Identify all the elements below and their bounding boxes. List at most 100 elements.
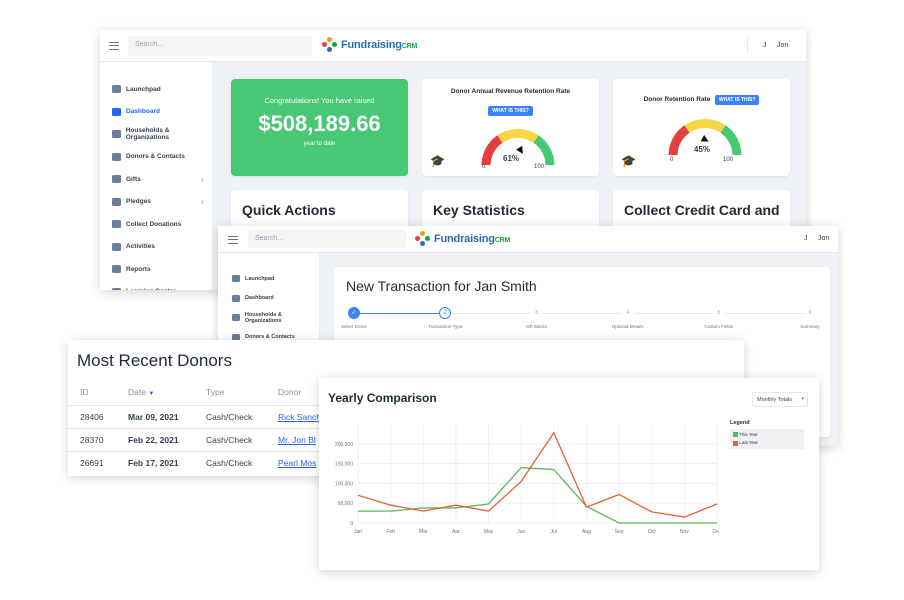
sidebar-item-reports[interactable]: Reports [100, 258, 212, 281]
id-header[interactable]: ID [68, 380, 128, 405]
donors-title: Most Recent Donors [77, 351, 232, 370]
yearly-comparison-chart: 0 50,000 100,000 150,000 200,000 Jan Feb Mar Apr… [335, 424, 719, 535]
chart-title: Yearly Comparison [328, 391, 437, 405]
step-label: Custom Fields [704, 324, 734, 329]
series-line-last-year [357, 431, 718, 518]
donor-id: 26691 [80, 457, 104, 468]
brand-logo: FundraisingCRM [322, 37, 417, 53]
x-tick-label: Sep [615, 529, 624, 535]
sidebar-item-label: Collect Donations [126, 220, 182, 228]
step-3[interactable]: 3 [530, 307, 543, 319]
list-icon [112, 242, 121, 251]
sidebar-item-donors-contacts[interactable]: Donors & Contacts [100, 146, 212, 169]
user-name[interactable]: Jon [818, 235, 829, 242]
step-6[interactable]: 6 [804, 307, 816, 319]
card-heading: Collect Credit Card and [624, 202, 780, 218]
users-icon [112, 152, 121, 161]
nav-icon [232, 294, 240, 302]
step-5[interactable]: 5 [712, 307, 725, 319]
legend-item[interactable]: This Year [733, 432, 801, 438]
sidebar-item-launchpad[interactable]: Launchpad [100, 78, 212, 101]
what-is-this-button[interactable]: WHAT IS THIS? [714, 95, 760, 105]
sidebar-item-label: Learning Center [126, 288, 176, 290]
brand-name: Fundraising [341, 39, 402, 51]
user-initial[interactable]: J [763, 42, 767, 49]
donor-retention-card: Donor Retention Rate WHAT IS THIS? 45% 0… [613, 79, 790, 176]
step-label: Optional Details [611, 324, 644, 329]
x-tick-label: Apr [452, 529, 460, 535]
search-input[interactable]: Search... [248, 230, 406, 248]
graduation-cap-icon [112, 287, 121, 290]
sidebar-item-label: Launchpad [245, 275, 275, 282]
step-1[interactable]: ✓ [348, 307, 360, 319]
sidebar-item-households-organizations[interactable]: Households & Organizations [100, 123, 212, 146]
sidebar-item-activities[interactable]: Activities [100, 236, 212, 259]
menu-icon[interactable] [228, 236, 238, 244]
x-tick-label: Jul [551, 529, 557, 535]
menu-icon[interactable] [109, 42, 119, 50]
legend-title: Legend [730, 420, 750, 426]
donor-id: 28406 [80, 411, 104, 422]
chevron-left-icon[interactable]: ‹ [201, 197, 204, 206]
dashboard-topbar: Search... FundraisingCRM J Jon [100, 30, 806, 62]
user-initial[interactable]: J [804, 235, 808, 242]
sidebar-item-households-organizations[interactable]: Households & Organizations [218, 308, 319, 328]
sidebar-item-dashboard[interactable]: Dashboard [218, 289, 319, 309]
sidebar-item-label: Gifts [126, 175, 141, 183]
year-to-date-label: year to date [303, 141, 336, 147]
logo-icon [322, 37, 338, 53]
congrats-line: Congratulations! You have raised [264, 96, 375, 105]
legend-item[interactable]: Last Year [733, 440, 801, 446]
sidebar-item-label: Households & Organizations [244, 311, 282, 324]
brand-logo: FundraisingCRM [415, 231, 510, 247]
series-line-this-year [358, 466, 717, 524]
dashboard-icon [112, 107, 121, 116]
chevron-left-icon[interactable]: ‹ [201, 175, 204, 184]
legend-swatch-last-year [733, 440, 738, 446]
donor-date: Mar 09, 2021 [128, 411, 179, 422]
legend-label: This Year [739, 432, 758, 437]
search-input[interactable]: Search... [128, 36, 312, 56]
gauge-value: 45% [694, 145, 711, 154]
step-label: Select Donor [340, 324, 367, 329]
step-label: Transaction Type [428, 324, 463, 329]
sidebar-item-learning-center[interactable]: Learning Center [100, 281, 212, 290]
revenue-retention-card: Donor Annual Revenue Retention Rate WHAT… [422, 79, 599, 176]
sidebar-item-label: Donors & Contacts [126, 153, 185, 161]
report-icon [112, 265, 121, 274]
brand-suffix: CRM [401, 43, 418, 50]
legend-label: Last Year [739, 440, 759, 446]
x-tick-label: Feb [386, 529, 395, 535]
gauge-max: 100 [534, 164, 545, 170]
date-header[interactable]: Date ▼ [128, 380, 206, 405]
sort-down-icon[interactable]: ▼ [148, 391, 154, 397]
x-tick-label: May [484, 529, 494, 535]
graduation-cap-icon: 🎓 [621, 154, 636, 168]
logo-icon [415, 231, 431, 247]
transaction-title: New Transaction for Jan Smith [346, 278, 537, 294]
x-tick-label: Mar [419, 529, 428, 535]
sidebar-item-label: Launchpad [126, 85, 161, 93]
step-label: Gift Basics [525, 324, 548, 329]
step-4[interactable]: 4 [621, 307, 634, 319]
gauge-max: 100 [723, 157, 734, 163]
sidebar-item-dashboard[interactable]: Dashboard [100, 101, 212, 124]
user-name[interactable]: Jon [777, 42, 788, 49]
gauge-min: 0 [482, 164, 486, 170]
select-value: Monthly Totals [757, 397, 793, 403]
chevron-down-icon: ▾ [801, 396, 804, 402]
what-is-this-button[interactable]: WHAT IS THIS? [488, 106, 533, 116]
y-tick-label: 50,000 [338, 501, 354, 507]
sidebar-item-pledges[interactable]: Pledges ‹ [100, 191, 212, 214]
x-tick-label: Jun [517, 529, 525, 535]
sidebar-item-launchpad[interactable]: Launchpad [218, 269, 319, 289]
legend-swatch-this-year [733, 432, 738, 438]
sidebar-item-collect-donations[interactable]: Collect Donations [100, 213, 212, 236]
type-header[interactable]: Type [206, 380, 278, 405]
step-2[interactable]: 2 [439, 307, 452, 319]
nav-icon [232, 275, 240, 283]
card-title: Donor Retention Rate [643, 96, 711, 103]
sidebar-item-gifts[interactable]: Gifts ‹ [100, 168, 212, 191]
x-tick-label: Jan [354, 529, 362, 535]
monthly-totals-select[interactable]: Monthly Totals ▾ [752, 392, 808, 407]
